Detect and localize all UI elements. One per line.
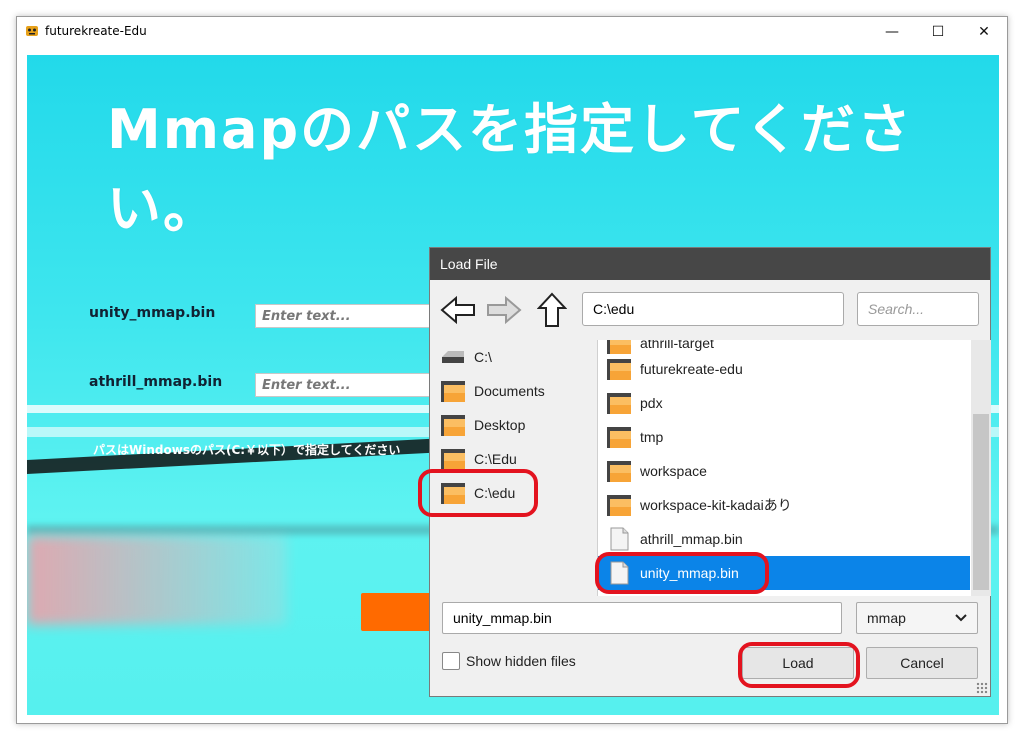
place-c-edu[interactable]: C:\edu xyxy=(440,478,515,508)
show-hidden-label: Show hidden files xyxy=(466,653,576,669)
folder-icon xyxy=(441,483,465,504)
back-arrow-icon[interactable] xyxy=(440,292,476,328)
file-label: tmp xyxy=(640,429,664,445)
path-input[interactable] xyxy=(583,293,843,325)
file-item-futurekreate-edu[interactable]: futurekreate-edu xyxy=(598,352,970,386)
load-button[interactable]: Load xyxy=(742,647,854,679)
athrill-mmap-text[interactable] xyxy=(256,374,444,396)
chevron-down-icon xyxy=(955,614,967,622)
place-documents[interactable]: Documents xyxy=(440,376,545,406)
forward-arrow-icon[interactable] xyxy=(486,292,522,328)
folder-icon xyxy=(441,415,465,436)
file-type-select[interactable]: mmap xyxy=(856,602,978,634)
minimize-button[interactable]: — xyxy=(869,17,915,47)
path-note: パスはWindowsのパス(C:￥以下）で指定してください xyxy=(93,443,401,457)
place-desktop[interactable]: Desktop xyxy=(440,410,525,440)
up-arrow-icon[interactable] xyxy=(534,292,570,328)
drive-icon xyxy=(442,351,464,363)
file-label: athrill_mmap.bin xyxy=(640,531,743,547)
cancel-button[interactable]: Cancel xyxy=(866,647,978,679)
file-list: athrill-target futurekreate-edu pdx tmp … xyxy=(597,340,991,596)
filename-input[interactable] xyxy=(443,603,841,633)
filename-field[interactable] xyxy=(442,602,842,634)
folder-icon xyxy=(441,449,465,470)
places-pane: C:\ Documents Desktop C:\Edu C:\edu xyxy=(430,340,596,596)
unity-mmap-text[interactable] xyxy=(256,305,444,327)
place-label: C:\ xyxy=(474,349,492,365)
place-label: C:\edu xyxy=(474,485,516,501)
place-label: C:\Edu xyxy=(474,451,517,467)
folder-icon xyxy=(607,461,631,482)
app-icon xyxy=(26,26,38,36)
file-type-value: mmap xyxy=(867,610,906,626)
file-label: futurekreate-edu xyxy=(640,361,743,377)
athrill-mmap-input[interactable] xyxy=(255,373,445,397)
place-label: Desktop xyxy=(474,417,526,433)
show-hidden-row[interactable]: Show hidden files xyxy=(442,652,576,670)
file-label: athrill-target xyxy=(640,340,714,351)
place-label: Documents xyxy=(474,383,545,399)
file-label: unity_mmap.bin xyxy=(640,565,739,581)
scrollbar-thumb[interactable] xyxy=(973,414,989,590)
unity-mmap-label: unity_mmap.bin xyxy=(89,305,216,321)
search-input[interactable] xyxy=(858,293,978,325)
folder-icon xyxy=(607,393,631,414)
file-item-athrill-mmap[interactable]: athrill_mmap.bin xyxy=(598,522,970,556)
folder-icon xyxy=(607,427,631,448)
scene-blur xyxy=(27,535,287,625)
place-drive-c[interactable]: C:\ xyxy=(440,342,492,372)
file-label: workspace xyxy=(640,463,707,479)
file-label: workspace-kit-kadaiあり xyxy=(640,497,792,513)
athrill-mmap-label: athrill_mmap.bin xyxy=(89,374,223,390)
folder-icon xyxy=(607,359,631,380)
title-bar: futurekreate-Edu — ☐ ✕ xyxy=(17,17,1007,47)
unity-mmap-input[interactable] xyxy=(255,304,445,328)
place-c-edu-upper[interactable]: C:\Edu xyxy=(440,444,517,474)
file-list-scrollbar[interactable] xyxy=(971,340,991,596)
load-file-dialog: Load File C:\ Documents Desktop C:\Edu xyxy=(429,247,991,697)
file-label: pdx xyxy=(640,395,663,411)
folder-icon xyxy=(607,495,631,516)
dialog-title: Load File xyxy=(430,248,990,280)
maximize-button[interactable]: ☐ xyxy=(915,17,961,47)
path-field[interactable] xyxy=(582,292,844,326)
page-title: Mmapのパスを指定してください。 xyxy=(107,98,913,240)
show-hidden-checkbox[interactable] xyxy=(442,652,460,670)
file-item-pdx[interactable]: pdx xyxy=(598,386,970,420)
folder-icon xyxy=(441,381,465,402)
file-icon xyxy=(610,561,629,585)
file-icon xyxy=(610,527,629,551)
file-item-workspace-kit-kadai[interactable]: workspace-kit-kadaiあり xyxy=(598,488,970,522)
search-field[interactable] xyxy=(857,292,979,326)
file-item-tmp[interactable]: tmp xyxy=(598,420,970,454)
file-item-unity-mmap[interactable]: unity_mmap.bin xyxy=(598,556,970,590)
file-item-workspace[interactable]: workspace xyxy=(598,454,970,488)
window-title: futurekreate-Edu xyxy=(45,24,147,38)
close-button[interactable]: ✕ xyxy=(961,17,1007,47)
resize-grip-icon[interactable] xyxy=(976,682,988,694)
